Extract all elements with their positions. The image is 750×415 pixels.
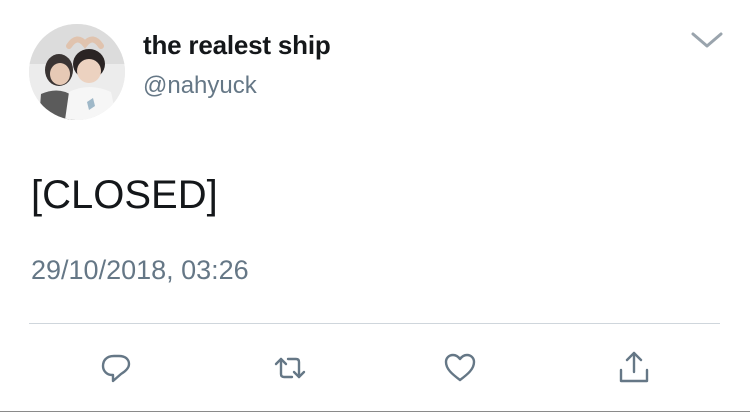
- reply-icon: [101, 354, 131, 383]
- chevron-down-icon[interactable]: [690, 30, 724, 50]
- user-handle[interactable]: @nahyuck: [143, 72, 257, 100]
- avatar[interactable]: [29, 24, 125, 120]
- tweet-timestamp[interactable]: 29/10/2018, 03:26: [31, 255, 249, 286]
- retweet-button[interactable]: [272, 350, 308, 386]
- reply-button[interactable]: [98, 350, 134, 386]
- bottom-border: [0, 411, 750, 412]
- tweet-text: [CLOSED]: [31, 173, 218, 217]
- retweet-icon: [274, 357, 306, 379]
- divider: [29, 323, 720, 324]
- display-name[interactable]: the realest ship: [143, 30, 331, 61]
- share-icon: [619, 351, 649, 383]
- avatar-image: [29, 24, 125, 120]
- heart-icon: [444, 353, 476, 382]
- like-button[interactable]: [442, 350, 478, 386]
- share-button[interactable]: [616, 350, 652, 386]
